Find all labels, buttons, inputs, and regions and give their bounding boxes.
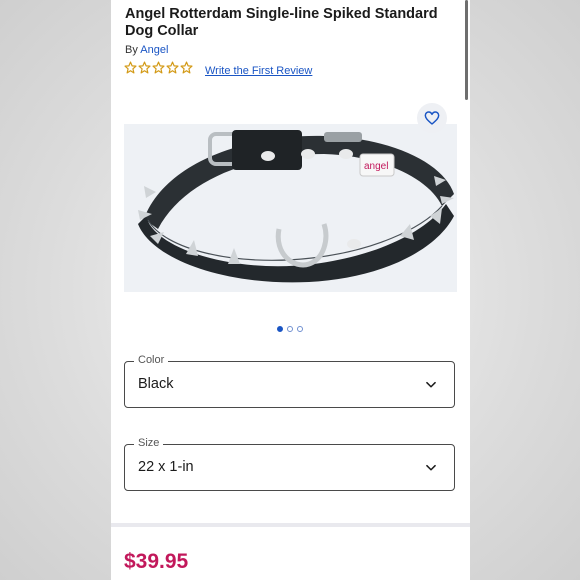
color-select-label: Color <box>134 354 169 366</box>
chevron-down-icon <box>426 464 436 471</box>
product-image[interactable]: angel <box>124 124 457 292</box>
carousel-dot[interactable] <box>287 326 293 332</box>
product-title: Angel Rotterdam Single-line Spiked Stand… <box>125 6 438 39</box>
heart-outline-icon <box>424 111 440 125</box>
scrollbar-thumb[interactable] <box>465 0 468 100</box>
chevron-down-icon <box>426 381 436 388</box>
carousel-dot[interactable] <box>277 326 283 332</box>
star-outline-icon <box>124 61 137 74</box>
favorite-button[interactable] <box>417 103 447 133</box>
rating-stars[interactable] <box>124 61 193 74</box>
carousel-dot[interactable] <box>297 326 303 332</box>
section-divider <box>111 523 470 527</box>
dog-collar-image: angel <box>138 130 454 283</box>
color-select[interactable]: Color Black <box>124 354 455 408</box>
size-select-value: 22 x 1-in <box>138 459 194 475</box>
star-outline-icon <box>180 61 193 74</box>
write-review-link[interactable]: Write the First Review <box>205 65 312 77</box>
brand-link[interactable]: Angel <box>140 44 168 56</box>
star-outline-icon <box>152 61 165 74</box>
color-select-value: Black <box>138 376 174 392</box>
product-price: $39.95 <box>124 550 189 573</box>
size-select-label: Size <box>134 437 164 449</box>
brand-tag-text: angel <box>364 161 388 172</box>
carousel-indicators <box>277 326 303 332</box>
star-outline-icon <box>166 61 179 74</box>
star-outline-icon <box>138 61 151 74</box>
product-panel: Angel Rotterdam Single-line Spiked Stand… <box>111 0 470 580</box>
product-byline: By Angel <box>125 44 168 56</box>
by-label: By <box>125 44 138 56</box>
size-select[interactable]: Size 22 x 1-in <box>124 437 455 491</box>
